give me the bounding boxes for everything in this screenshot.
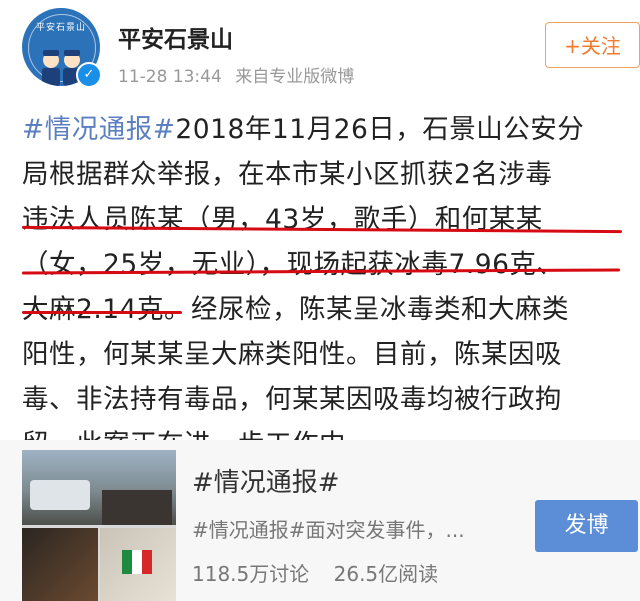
topic-title[interactable]: #情况通报#: [192, 462, 340, 499]
topic-discussions: 118.5万讨论: [192, 562, 310, 586]
post-line: 阳性，何某某呈大麻类阳性。目前，陈某因吸: [22, 339, 562, 370]
post-source: 来自专业版微博: [235, 67, 355, 87]
hashtag-link[interactable]: #情况通报#: [22, 114, 175, 145]
topic-stats: 118.5万讨论 26.5亿阅读: [192, 558, 438, 587]
post-line: 大麻2.14克。经尿检，陈某呈冰毒类和大麻类: [22, 294, 570, 325]
photo-flag: [122, 550, 152, 574]
post-button[interactable]: 发博: [535, 500, 638, 552]
post-timestamp: 11-28 13:44: [118, 67, 222, 87]
photo-bottom-left: [22, 528, 98, 601]
post-line: （女，25岁，无业），现场起获冰毒7.96克、: [22, 249, 564, 280]
topic-thumbnail[interactable]: [22, 450, 176, 601]
photo-crowd: [102, 490, 172, 525]
post-body: #情况通报#2018年11月26日，石景山公安分 局根据群众举报，在本市某小区抓…: [22, 107, 632, 467]
follow-button[interactable]: +关注: [545, 22, 640, 68]
post-line-text: 2018年11月26日，石景山公安分: [175, 114, 585, 145]
post-line: 局根据群众举报，在本市某小区抓获2名涉毒: [22, 159, 553, 190]
post-line: 毒、非法持有毒品，何某某因吸毒均被行政拘: [22, 384, 562, 415]
post-line: #情况通报#2018年11月26日，石景山公安分: [22, 107, 632, 152]
verified-badge-icon: ✓: [76, 62, 102, 88]
topic-subtitle: #情况通报#面对突发事件，...: [192, 518, 465, 542]
post-meta: 11-28 13:44 来自专业版微博: [118, 62, 354, 87]
photo-vehicle: [30, 480, 90, 510]
highlight-underline: [22, 311, 182, 314]
post-line: 违法人员陈某（男，43岁，歌手）和何某某: [22, 204, 543, 235]
account-name[interactable]: 平安石景山: [118, 20, 233, 54]
topic-reads: 26.5亿阅读: [333, 562, 439, 586]
avatar-text: 平安石景山: [35, 23, 86, 33]
